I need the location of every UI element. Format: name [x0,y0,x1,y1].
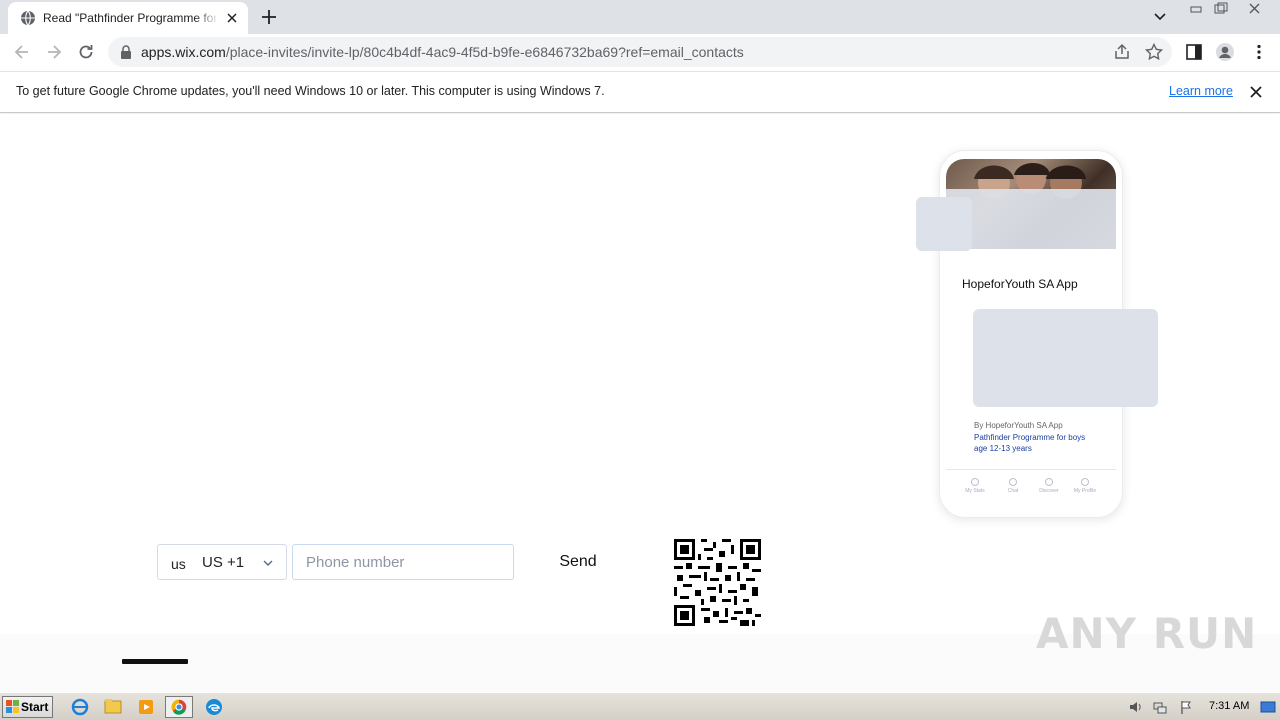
media-player-icon[interactable] [132,696,160,718]
address-bar[interactable]: apps.wix.com/place-invites/invite-lp/80c… [108,37,1172,67]
internet-explorer-icon[interactable] [66,696,94,718]
action-center-flag-icon[interactable] [1178,699,1194,715]
update-info-bar: To get future Google Chrome updates, you… [0,71,1280,113]
chrome-icon[interactable] [165,696,193,718]
chevron-down-icon[interactable] [1151,9,1169,25]
show-desktop-icon[interactable] [1259,698,1277,716]
network-icon[interactable] [1152,699,1168,715]
nav-label: My Stats [965,488,985,494]
compass-icon [1045,478,1053,486]
share-icon[interactable] [1112,42,1132,62]
qr-code-icon [674,539,761,626]
chevron-down-icon [263,560,273,566]
nav-item-discover: Discover [1032,478,1066,494]
page-content: HopeforYouth SA App By HopeforYouth SA A… [0,114,1280,692]
info-bar-message: To get future Google Chrome updates, you… [16,84,605,98]
volume-icon[interactable] [1127,699,1143,715]
app-title: HopeforYouth SA App [962,277,1078,291]
system-tray [1121,696,1201,718]
menu-kebab-icon[interactable] [1249,42,1269,62]
url-path: /place-invites/invite-lp/80c4b4df-4ac9-4… [225,44,744,60]
taskbar-clock[interactable]: 7:31 AM [1209,700,1249,712]
windows-taskbar: Start 7:31 AM [0,692,1280,720]
profile-avatar-icon[interactable] [1215,42,1235,62]
home-icon [971,478,979,486]
learn-more-link[interactable]: Learn more [1169,84,1233,98]
close-icon[interactable] [1248,84,1264,100]
windows-logo-icon [6,700,19,713]
anyrun-watermark: ANY RUN [1036,609,1258,658]
send-button[interactable]: Send [542,546,614,578]
browser-toolbar: apps.wix.com/place-invites/invite-lp/80c… [0,34,1280,71]
lock-icon[interactable] [120,45,132,59]
new-tab-icon[interactable] [258,6,280,28]
nav-label: Discover [1039,488,1059,494]
nav-item-my-stats: My Stats [958,478,992,494]
forward-arrow-icon[interactable] [44,42,64,62]
country-code-value: US +1 [202,554,245,571]
start-label: Start [21,700,49,714]
nav-item-my-profile: My Profile [1068,478,1102,494]
url-host: apps.wix.com [141,44,226,60]
edge-icon[interactable] [200,696,228,718]
country-code-select[interactable]: us US +1 [157,544,287,580]
start-button[interactable]: Start [2,696,53,718]
post-title: Pathfinder Programme for boys age 12-13 … [974,433,1086,453]
phone-number-input[interactable] [292,544,514,580]
restore-icon[interactable] [1209,1,1233,17]
post-byline: By HopeforYouth SA App [974,421,1063,430]
close-tab-icon[interactable] [224,10,240,26]
globe-icon [21,10,35,26]
side-panel-icon[interactable] [1184,42,1204,62]
back-arrow-icon[interactable] [12,42,32,62]
tab-title: Read "Pathfinder Programme for boys age … [43,11,219,25]
chat-icon [1009,478,1017,486]
minimize-icon[interactable] [1183,1,1209,17]
floating-card-placeholder [973,309,1158,407]
url-text[interactable]: apps.wix.com/place-invites/invite-lp/80c… [141,44,744,60]
file-explorer-icon[interactable] [99,696,127,718]
nav-label: Chat [1007,488,1019,494]
tab-strip: Read "Pathfinder Programme for boys age … [0,0,1280,34]
footer-underline [122,659,188,664]
floating-card-placeholder [916,197,972,251]
nav-item-chat: Chat [996,478,1030,494]
country-flag: us [171,556,186,572]
nav-label: My Profile [1073,488,1097,494]
bookmark-star-icon[interactable] [1144,42,1164,62]
window-close-icon[interactable] [1233,1,1277,17]
phone-bottom-nav: My Stats Chat Discover My Profile [946,469,1116,509]
reload-icon[interactable] [76,42,96,62]
user-icon [1081,478,1089,486]
browser-tab[interactable]: Read "Pathfinder Programme for boys age … [8,2,248,34]
